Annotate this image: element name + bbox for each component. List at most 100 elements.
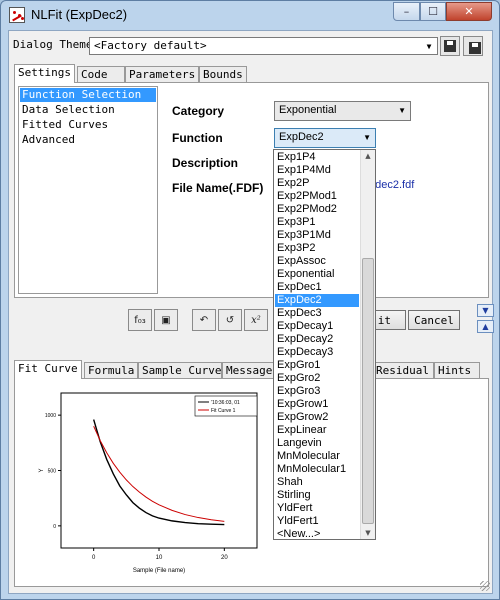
chevron-down-icon: ▼: [426, 41, 432, 51]
category-select[interactable]: Exponential ▼: [274, 101, 411, 121]
dropdown-item[interactable]: Exp1P4Md: [275, 164, 359, 177]
dropdown-item[interactable]: Exp3P1: [275, 216, 359, 229]
settings-tree: Function Selection Data Selection Fitted…: [18, 86, 158, 294]
dropdown-item[interactable]: <New...>: [275, 528, 359, 539]
dropdown-item[interactable]: Exponential: [275, 268, 359, 281]
dialog-body: Dialog Theme <Factory default> ▼ Setting…: [8, 30, 494, 594]
save-theme-button[interactable]: [440, 36, 460, 56]
scrollbar-thumb[interactable]: [362, 258, 374, 524]
dialog-theme-value: <Factory default>: [94, 39, 207, 52]
fit-tool-button[interactable]: f₀₃: [128, 309, 152, 331]
dialog-theme-select[interactable]: <Factory default> ▼: [89, 37, 438, 55]
tree-item-advanced[interactable]: Advanced: [20, 133, 156, 147]
tab-hints[interactable]: Hints: [434, 362, 480, 378]
dropdown-item[interactable]: ExpLinear: [275, 424, 359, 437]
scroll-down-icon[interactable]: ▼: [361, 527, 375, 539]
dropdown-item[interactable]: ExpAssoc: [275, 255, 359, 268]
tree-item-data-selection[interactable]: Data Selection: [20, 103, 156, 117]
series-line: [92, 419, 225, 526]
fit-icon: f₀₃: [134, 314, 146, 326]
dropdown-item[interactable]: ExpGro3: [275, 385, 359, 398]
chi-square-button[interactable]: x²: [244, 309, 268, 331]
dropdown-item[interactable]: ExpDec3: [275, 307, 359, 320]
chevron-down-icon: ▼: [363, 133, 371, 142]
save-as-theme-button[interactable]: [463, 36, 483, 56]
tree-item-fitted-curves[interactable]: Fitted Curves: [20, 118, 156, 132]
function-dropdown-list[interactable]: ▲ ▼ Exp1P4 Exp1P4Md Exp2P Exp2PMod1 Exp2PMod…: [273, 149, 376, 540]
tab-code[interactable]: Code: [77, 66, 125, 82]
y-axis-label: Y: [39, 468, 45, 472]
nlfit-window: NLFit (ExpDec2) – ☐ ✕ Dialog Theme <Fact…: [0, 0, 500, 600]
legend-label: '10:36:03, 01: [211, 400, 240, 406]
iterate-icon: ↶: [199, 314, 209, 326]
category-label: Category: [172, 104, 225, 118]
dropdown-item[interactable]: Exp2PMod1: [275, 190, 359, 203]
x-tick-label: 10: [156, 555, 163, 561]
dropdown-item[interactable]: ExpDec2: [275, 294, 359, 307]
filename-label: File Name(.FDF): [172, 181, 264, 195]
scroll-up-icon[interactable]: ▲: [361, 150, 375, 162]
collapse-down-button[interactable]: ▼: [477, 304, 494, 317]
tab-formula[interactable]: Formula: [84, 362, 138, 378]
maximize-button[interactable]: ☐: [420, 2, 446, 21]
dropdown-item[interactable]: ExpGrow1: [275, 398, 359, 411]
cancel-button[interactable]: Cancel: [408, 310, 460, 330]
dropdown-item[interactable]: ExpGro2: [275, 372, 359, 385]
minimize-button[interactable]: –: [393, 2, 420, 21]
dialog-theme-label: Dialog Theme: [13, 38, 93, 51]
tab-residual[interactable]: Residual: [372, 362, 434, 378]
dropdown-item[interactable]: Stirling: [275, 489, 359, 502]
dropdown-item[interactable]: ExpDecay2: [275, 333, 359, 346]
dropdown-item[interactable]: ExpDec1: [275, 281, 359, 294]
legend-label: Fit Curve 1: [211, 408, 236, 414]
dropdown-item[interactable]: Exp3P2: [275, 242, 359, 255]
save-as-icon: [469, 42, 481, 54]
tab-parameters[interactable]: Parameters: [125, 66, 199, 82]
x-tick-label: 0: [92, 555, 96, 561]
tab-bounds[interactable]: Bounds: [199, 66, 247, 82]
dropdown-item[interactable]: ExpGro1: [275, 359, 359, 372]
fit-curve-panel: 0 10 20 0 500 1000 Sample (File name) Y '10:36:0…: [14, 378, 489, 587]
save-tool-button[interactable]: ▣: [154, 309, 178, 331]
function-value: ExpDec2: [279, 131, 324, 143]
dropdown-item[interactable]: ExpDecay1: [275, 320, 359, 333]
tab-fit-curve[interactable]: Fit Curve: [14, 360, 82, 379]
resize-grip[interactable]: [480, 581, 490, 591]
dropdown-item[interactable]: MnMolecular1: [275, 463, 359, 476]
dropdown-item[interactable]: Langevin: [275, 437, 359, 450]
y-tick-label: 0: [53, 524, 56, 530]
dropdown-item[interactable]: Exp1P4: [275, 151, 359, 164]
chevron-down-icon: ▼: [398, 106, 406, 115]
tab-settings[interactable]: Settings: [14, 64, 75, 83]
triangle-down-icon: ▼: [482, 306, 489, 315]
save-icon: ▣: [161, 314, 171, 326]
dropdown-item[interactable]: MnMolecular: [275, 450, 359, 463]
one-iteration-button[interactable]: ↶: [192, 309, 216, 331]
fit-curve-chart: 0 10 20 0 500 1000 Sample (File name) Y '10:36:0…: [39, 392, 258, 574]
reset-icon: ↺: [225, 314, 235, 326]
dropdown-item[interactable]: ExpDecay3: [275, 346, 359, 359]
dropdown-item[interactable]: YldFert1: [275, 515, 359, 528]
description-label: Description: [172, 156, 239, 170]
dropdown-item[interactable]: ExpGrow2: [275, 411, 359, 424]
tree-item-function-selection[interactable]: Function Selection: [20, 88, 156, 102]
category-value: Exponential: [279, 104, 337, 116]
function-label: Function: [172, 131, 223, 145]
y-tick-label: 1000: [45, 413, 56, 419]
x-tick-label: 20: [221, 555, 228, 561]
tab-sample-curve[interactable]: Sample Curve: [138, 362, 222, 378]
title-bar[interactable]: NLFit (ExpDec2) – ☐ ✕: [1, 1, 499, 29]
reset-button[interactable]: ↺: [218, 309, 242, 331]
dropdown-item[interactable]: Exp2P: [275, 177, 359, 190]
expand-up-button[interactable]: ▲: [477, 320, 494, 333]
window-title: NLFit (ExpDec2): [31, 7, 128, 22]
triangle-up-icon: ▲: [482, 322, 489, 331]
y-tick-label: 500: [48, 469, 57, 475]
dropdown-item[interactable]: YldFert: [275, 502, 359, 515]
dropdown-item[interactable]: Exp3P1Md: [275, 229, 359, 242]
dropdown-scrollbar[interactable]: ▲ ▼: [360, 150, 375, 539]
dropdown-item[interactable]: Exp2PMod2: [275, 203, 359, 216]
close-button[interactable]: ✕: [446, 2, 492, 21]
function-select[interactable]: ExpDec2 ▼: [274, 128, 376, 148]
dropdown-item[interactable]: Shah: [275, 476, 359, 489]
